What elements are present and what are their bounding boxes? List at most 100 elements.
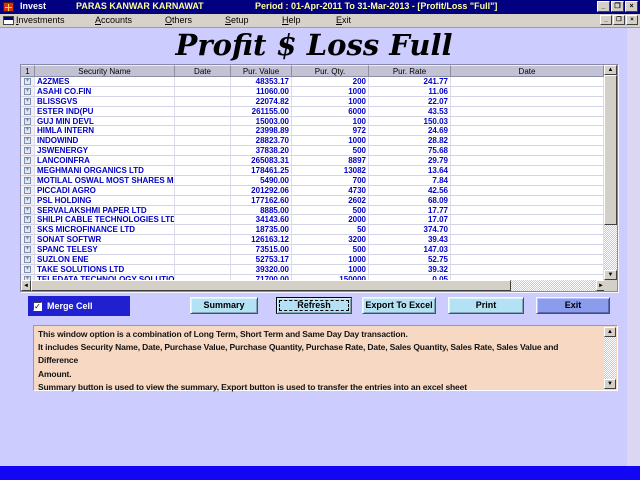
row-expander-icon[interactable]: + bbox=[24, 246, 31, 253]
row-expander-icon[interactable]: + bbox=[24, 256, 31, 263]
row-expander-icon[interactable]: + bbox=[24, 207, 31, 214]
row-expander-icon[interactable]: + bbox=[24, 88, 31, 95]
scroll-up-icon[interactable]: ▲ bbox=[604, 65, 617, 75]
row-selector-cell[interactable]: + bbox=[21, 97, 35, 107]
cell-pur_value: 52753.17 bbox=[231, 255, 292, 265]
menu-item-accounts[interactable]: Accounts bbox=[95, 15, 132, 25]
row-expander-icon[interactable]: + bbox=[24, 98, 31, 105]
table-row[interactable]: +HIMLA INTERN23998.8997224.69 bbox=[21, 126, 604, 136]
merge-cell-option[interactable]: ✓ Merge Cell bbox=[28, 296, 130, 316]
row-selector-cell[interactable]: + bbox=[21, 146, 35, 156]
row-expander-icon[interactable]: + bbox=[24, 197, 31, 204]
row-selector-cell[interactable]: + bbox=[21, 206, 35, 216]
refresh-button[interactable]: Refresh bbox=[276, 297, 352, 314]
menu-item-help[interactable]: Help bbox=[282, 15, 301, 25]
row-selector-cell[interactable]: + bbox=[21, 117, 35, 127]
merge-cell-checkbox[interactable]: ✓ bbox=[33, 302, 42, 311]
row-expander-icon[interactable]: + bbox=[24, 137, 31, 144]
row-expander-icon[interactable]: + bbox=[24, 167, 31, 174]
row-selector-cell[interactable]: + bbox=[21, 166, 35, 176]
grid-vertical-scrollbar[interactable]: ▲ ▼ bbox=[604, 65, 617, 280]
table-row[interactable]: +SONAT SOFTWR126163.12320039.43 bbox=[21, 235, 604, 245]
table-row[interactable]: +A2ZMES48353.17200241.77 bbox=[21, 77, 604, 87]
table-row[interactable]: +MEGHMANI ORGANICS LTD178461.251308213.6… bbox=[21, 166, 604, 176]
table-row[interactable]: +SPANC TELESY73515.00500147.03 bbox=[21, 245, 604, 255]
scroll-down-icon[interactable]: ▼ bbox=[604, 379, 616, 389]
close-button[interactable]: × bbox=[625, 1, 638, 12]
row-selector-cell[interactable]: + bbox=[21, 245, 35, 255]
row-selector-cell[interactable]: + bbox=[21, 186, 35, 196]
row-expander-icon[interactable]: + bbox=[24, 78, 31, 85]
table-row[interactable]: +SKS MICROFINANCE LTD18735.0050374.70 bbox=[21, 225, 604, 235]
row-selector-cell[interactable]: + bbox=[21, 215, 35, 225]
menu-item-investments[interactable]: Investments bbox=[16, 15, 65, 25]
table-row[interactable]: +SHILPI CABLE TECHNOLOGIES LTD34143.6020… bbox=[21, 215, 604, 225]
scroll-up-icon[interactable]: ▲ bbox=[604, 327, 616, 337]
child-minimize-button[interactable]: _ bbox=[600, 15, 612, 25]
table-row[interactable]: +INDOWIND28823.70100028.82 bbox=[21, 136, 604, 146]
row-selector-cell[interactable]: + bbox=[21, 77, 35, 87]
row-expander-icon[interactable]: + bbox=[24, 187, 31, 194]
table-row[interactable]: +ESTER IND(PU261155.00600043.53 bbox=[21, 107, 604, 117]
table-row[interactable]: +PICCADI AGRO201292.06473042.56 bbox=[21, 186, 604, 196]
row-expander-icon[interactable]: + bbox=[24, 216, 31, 223]
row-selector-cell[interactable]: + bbox=[21, 87, 35, 97]
summary-button[interactable]: Summary bbox=[190, 297, 258, 314]
row-selector-cell[interactable]: + bbox=[21, 265, 35, 275]
child-restore-button[interactable]: ❐ bbox=[613, 15, 625, 25]
scroll-down-icon[interactable]: ▼ bbox=[604, 270, 617, 280]
table-row[interactable]: +MOTILAL OSWAL MOST SHARES MIDCAP5490.00… bbox=[21, 176, 604, 186]
vscroll-track[interactable] bbox=[604, 75, 617, 270]
row-expander-icon[interactable]: + bbox=[24, 108, 31, 115]
table-row[interactable]: +JSWENERGY37838.2050075.68 bbox=[21, 146, 604, 156]
row-expander-icon[interactable]: + bbox=[24, 177, 31, 184]
row-selector-cell[interactable]: + bbox=[21, 126, 35, 136]
hscroll-thumb[interactable] bbox=[31, 280, 511, 291]
menu-item-exit[interactable]: Exit bbox=[336, 15, 351, 25]
table-row[interactable]: +ASAHI CO.FIN11060.00100011.06 bbox=[21, 87, 604, 97]
table-row[interactable]: +TAKE SOLUTIONS LTD39320.00100039.32 bbox=[21, 265, 604, 275]
row-selector-cell[interactable]: + bbox=[21, 136, 35, 146]
menu-item-setup[interactable]: Setup bbox=[225, 15, 249, 25]
table-row[interactable]: +BLISSGVS22074.82100022.07 bbox=[21, 97, 604, 107]
table-row[interactable]: +PSL HOLDING177162.60260268.09 bbox=[21, 196, 604, 206]
row-expander-icon[interactable]: + bbox=[24, 226, 31, 233]
minimize-button[interactable]: _ bbox=[597, 1, 610, 12]
hscroll-track[interactable] bbox=[31, 280, 596, 291]
cell-pur_qty: 100 bbox=[292, 117, 369, 127]
row-selector-cell[interactable]: + bbox=[21, 156, 35, 166]
row-selector-cell[interactable]: + bbox=[21, 255, 35, 265]
row-expander-icon[interactable]: + bbox=[24, 236, 31, 243]
vscroll-thumb[interactable] bbox=[604, 75, 617, 225]
row-selector-cell[interactable]: + bbox=[21, 107, 35, 117]
table-row[interactable]: +LANCOINFRA265083.31889729.79 bbox=[21, 156, 604, 166]
grid-horizontal-scrollbar[interactable]: ◄ ► bbox=[21, 280, 606, 291]
menu-item-others[interactable]: Others bbox=[165, 15, 192, 25]
scroll-left-icon[interactable]: ◄ bbox=[21, 280, 31, 291]
cell-empty bbox=[451, 117, 604, 127]
row-selector-cell[interactable]: + bbox=[21, 196, 35, 206]
cell-pur_rate: 68.09 bbox=[369, 196, 451, 206]
cell-pur_rate: 7.84 bbox=[369, 176, 451, 186]
cell-empty bbox=[175, 215, 231, 225]
app-window: Invest PARAS KANWAR KARNAWAT Period : 01… bbox=[0, 0, 640, 466]
row-expander-icon[interactable]: + bbox=[24, 127, 31, 134]
row-expander-icon[interactable]: + bbox=[24, 118, 31, 125]
table-row[interactable]: +SUZLON ENE52753.17100052.75 bbox=[21, 255, 604, 265]
row-selector-cell[interactable]: + bbox=[21, 235, 35, 245]
description-scrollbar[interactable]: ▲ ▼ bbox=[604, 327, 616, 389]
desc-scroll-track[interactable] bbox=[604, 337, 616, 379]
print-button[interactable]: Print bbox=[448, 297, 524, 314]
child-close-button[interactable]: × bbox=[626, 15, 638, 25]
row-expander-icon[interactable]: + bbox=[24, 147, 31, 154]
row-expander-icon[interactable]: + bbox=[24, 157, 31, 164]
table-row[interactable]: +SERVALAKSHMI PAPER LTD8885.0050017.77 bbox=[21, 206, 604, 216]
row-expander-icon[interactable]: + bbox=[24, 266, 31, 273]
row-selector-cell[interactable]: + bbox=[21, 176, 35, 186]
export-to-excel-button[interactable]: Export To Excel bbox=[362, 297, 436, 314]
exit-button[interactable]: Exit bbox=[536, 297, 610, 314]
window-right-border bbox=[627, 28, 640, 466]
restore-button[interactable]: ❐ bbox=[611, 1, 624, 12]
row-selector-cell[interactable]: + bbox=[21, 225, 35, 235]
table-row[interactable]: +GUJ MIN DEVL15003.00100150.03 bbox=[21, 117, 604, 127]
